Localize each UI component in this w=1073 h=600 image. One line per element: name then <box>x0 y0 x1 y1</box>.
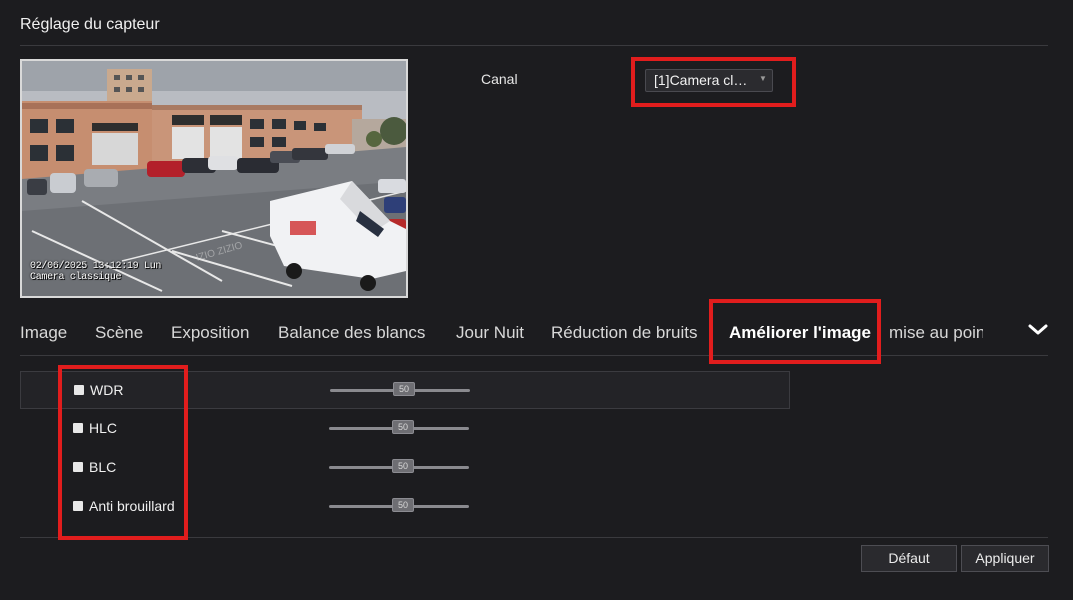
apply-button[interactable]: Appliquer <box>961 545 1049 572</box>
anti-brouillard-slider[interactable]: 50 <box>329 498 469 512</box>
tab-divider <box>20 355 1048 356</box>
tab-exposition[interactable]: Exposition <box>171 323 249 343</box>
blc-slider[interactable]: 50 <box>329 459 469 473</box>
osd-camera-name: Camera classique <box>30 272 122 283</box>
tab-ameliorer-image[interactable]: Améliorer l'image <box>729 323 871 343</box>
anti-brouillard-label: Anti brouillard <box>89 498 175 514</box>
setting-row-hlc: HLC 50 <box>20 410 790 448</box>
tab-scene[interactable]: Scène <box>95 323 143 343</box>
chevron-down-icon[interactable] <box>1026 318 1050 342</box>
channel-select[interactable]: [1]Camera cla... <box>645 69 773 92</box>
wdr-slider[interactable]: 50 <box>330 382 470 396</box>
camera-preview: IZIO ZIZIO 02/06/2025 13:12:19 Lun Camer… <box>20 59 408 298</box>
tab-reduction-de-bruits[interactable]: Réduction de bruits <box>551 323 697 343</box>
hlc-label: HLC <box>89 420 118 436</box>
osd-datetime: 02/06/2025 13:12:19 Lun <box>30 261 162 272</box>
wdr-checkbox[interactable] <box>74 385 84 395</box>
page-title: Réglage du capteur <box>20 16 160 33</box>
setting-row-wdr: WDR 50 <box>20 371 790 409</box>
tab-jour-nuit[interactable]: Jour Nuit <box>456 323 524 343</box>
title-divider <box>20 45 1048 46</box>
channel-label: Canal <box>481 71 518 87</box>
setting-row-anti-brouillard: Anti brouillard 50 <box>20 488 790 526</box>
hlc-checkbox[interactable] <box>73 423 83 433</box>
hlc-slider-value[interactable]: 50 <box>392 420 414 434</box>
anti-brouillard-checkbox[interactable] <box>73 501 83 511</box>
default-button[interactable]: Défaut <box>861 545 957 572</box>
tab-balance-des-blancs[interactable]: Balance des blancs <box>278 323 425 343</box>
wdr-slider-value[interactable]: 50 <box>393 382 415 396</box>
blc-slider-value[interactable]: 50 <box>392 459 414 473</box>
blc-checkbox[interactable] <box>73 462 83 472</box>
blc-label: BLC <box>89 459 117 475</box>
tab-image[interactable]: Image <box>20 323 67 343</box>
wdr-label: WDR <box>90 382 124 398</box>
setting-row-blc: BLC 50 <box>20 449 790 487</box>
hlc-slider[interactable]: 50 <box>329 420 469 434</box>
tab-bar: Image Scène Exposition Balance des blanc… <box>20 312 1050 354</box>
footer-divider <box>20 537 1048 538</box>
tab-mise-au-point[interactable]: mise au point <box>889 323 983 343</box>
caret-down-icon[interactable]: ▼ <box>759 74 767 83</box>
anti-brouillard-slider-value[interactable]: 50 <box>392 498 414 512</box>
